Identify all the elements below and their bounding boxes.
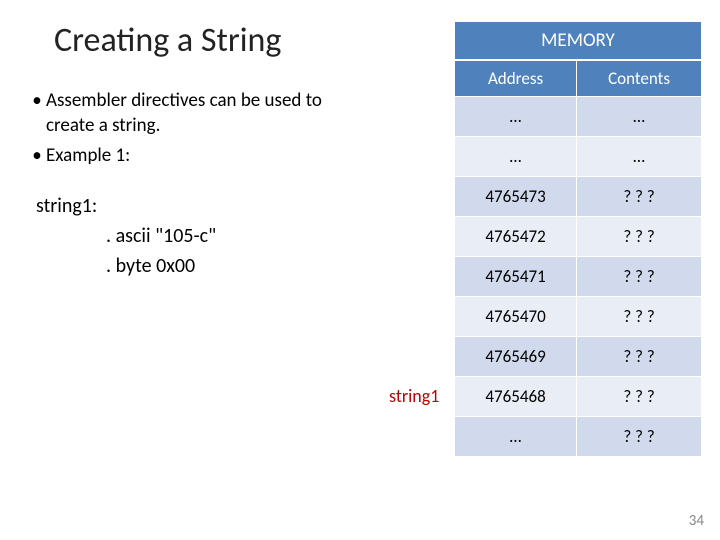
memory-contents-cell: ? ? ? (577, 417, 702, 457)
code-ascii-line: . ascii "105-c" (106, 221, 370, 251)
table-row: 4765469? ? ? (455, 337, 702, 377)
memory-contents-cell: … (577, 97, 702, 137)
memory-address-cell: … (455, 97, 577, 137)
code-byte-line: . byte 0x00 (106, 251, 370, 281)
table-row: 4765471? ? ? (455, 257, 702, 297)
memory-address-cell: 4765472 (455, 217, 577, 257)
bullet-text: Assembler directives can be used to crea… (46, 89, 370, 138)
left-column: • Assembler directives can be used to cr… (0, 89, 370, 281)
memory-contents-cell: ? ? ? (577, 297, 702, 337)
memory-contents-cell: ? ? ? (577, 177, 702, 217)
memory-panel: MEMORY Address Contents …………4765473? ? ?… (454, 21, 702, 457)
bullet-item: • Example 1: (28, 144, 370, 169)
memory-contents-cell: ? ? ? (577, 377, 702, 417)
code-block: string1: . ascii "105-c" . byte 0x00 (36, 191, 370, 281)
table-row: …… (455, 97, 702, 137)
memory-title: MEMORY (454, 21, 702, 60)
memory-table: Address Contents …………4765473? ? ?4765472… (454, 60, 702, 457)
memory-address-cell: 4765470 (455, 297, 577, 337)
memory-address-cell: 4765468string1 (455, 377, 577, 417)
table-row: 4765470? ? ? (455, 297, 702, 337)
memory-address-cell: 4765473 (455, 177, 577, 217)
bullet-text: Example 1: (46, 144, 370, 169)
memory-address-cell: 4765471 (455, 257, 577, 297)
table-row: …? ? ? (455, 417, 702, 457)
bullet-item: • Assembler directives can be used to cr… (28, 89, 370, 138)
bullet-dot-icon: • (28, 144, 46, 169)
memory-row-label: string1 (389, 385, 439, 407)
slide: Creating a String • Assembler directives… (0, 0, 720, 540)
memory-contents-cell: … (577, 137, 702, 177)
table-row: 4765468string1? ? ? (455, 377, 702, 417)
memory-address-cell: … (455, 417, 577, 457)
memory-contents-cell: ? ? ? (577, 257, 702, 297)
code-label: string1: (36, 191, 370, 221)
content-area: • Assembler directives can be used to cr… (0, 89, 720, 281)
table-row: 4765472? ? ? (455, 217, 702, 257)
bullet-dot-icon: • (28, 89, 46, 138)
table-row: 4765473? ? ? (455, 177, 702, 217)
table-row: …… (455, 137, 702, 177)
memory-contents-cell: ? ? ? (577, 337, 702, 377)
memory-address-cell: … (455, 137, 577, 177)
page-number: 34 (689, 512, 704, 530)
memory-header-address: Address (455, 61, 577, 97)
memory-address-cell: 4765469 (455, 337, 577, 377)
memory-contents-cell: ? ? ? (577, 217, 702, 257)
memory-header-contents: Contents (577, 61, 702, 97)
